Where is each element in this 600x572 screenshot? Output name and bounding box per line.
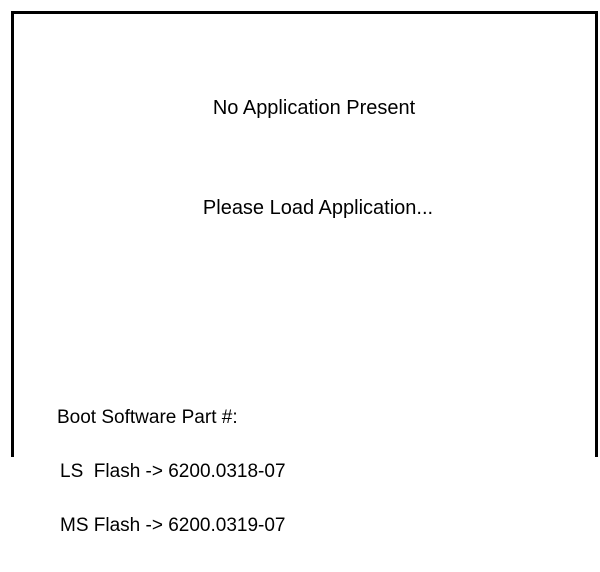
boot-software-info: Boot Software Part #: LS Flash -> 6200.0…	[57, 373, 286, 571]
ls-flash-part-number: LS Flash -> 6200.0318-07	[60, 461, 286, 482]
boot-software-heading: Boot Software Part #:	[57, 407, 238, 428]
boot-screen: No Application Present Please Load Appli…	[0, 0, 600, 535]
ms-flash-part-number: MS Flash -> 6200.0319-07	[60, 515, 286, 536]
no-application-message: No Application Present	[212, 97, 416, 119]
load-application-prompt: Please Load Application...	[202, 197, 434, 219]
